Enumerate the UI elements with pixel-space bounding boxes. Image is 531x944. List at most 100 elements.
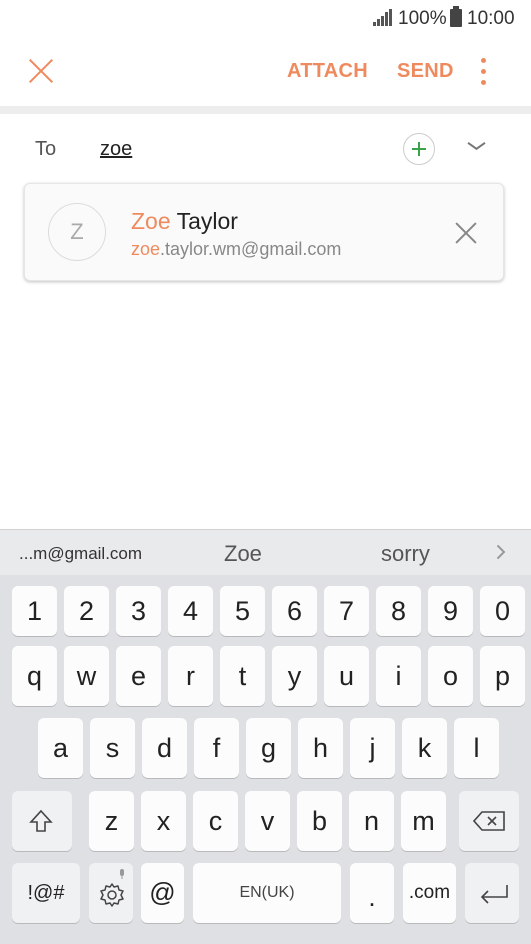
- key-a[interactable]: a: [38, 718, 83, 778]
- app-bar: ATTACH SEND: [0, 36, 531, 106]
- signal-icon: [373, 9, 392, 26]
- key-label: w: [76, 661, 97, 691]
- key-v[interactable]: v: [245, 791, 290, 851]
- enter-key[interactable]: [465, 863, 519, 923]
- key-y[interactable]: y: [272, 646, 317, 706]
- key-4[interactable]: 4: [168, 586, 213, 636]
- key-d[interactable]: d: [142, 718, 187, 778]
- dotcom-key[interactable]: .com: [403, 863, 456, 923]
- divider: [0, 106, 531, 114]
- avatar: Z: [48, 203, 106, 261]
- key-label: u: [338, 661, 355, 691]
- key-n[interactable]: n: [349, 791, 394, 851]
- key-label: b: [311, 806, 328, 836]
- key-w[interactable]: w: [64, 646, 109, 706]
- dismiss-suggestion-icon[interactable]: [455, 222, 477, 244]
- shift-icon: [29, 809, 53, 832]
- close-icon[interactable]: [28, 58, 54, 84]
- key-l[interactable]: l: [454, 718, 499, 778]
- key-label: r: [186, 661, 195, 691]
- key-h[interactable]: h: [298, 718, 343, 778]
- key-o[interactable]: o: [428, 646, 473, 706]
- key-label: x: [156, 806, 171, 836]
- key-label: k: [417, 733, 432, 763]
- key-j[interactable]: j: [350, 718, 395, 778]
- key-label: p: [494, 661, 511, 691]
- chevron-down-icon[interactable]: [468, 141, 484, 151]
- key-g[interactable]: g: [246, 718, 291, 778]
- key-f[interactable]: f: [194, 718, 239, 778]
- key-label: 1: [26, 596, 43, 626]
- shift-key[interactable]: [12, 791, 72, 851]
- key-u[interactable]: u: [324, 646, 369, 706]
- key-m[interactable]: m: [401, 791, 446, 851]
- contact-suggestion[interactable]: Z Zoe Taylor zoe.taylor.wm@gmail.com: [24, 183, 504, 281]
- key-label: 3: [130, 596, 147, 626]
- contact-email: zoe.taylor.wm@gmail.com: [131, 239, 341, 260]
- key-6[interactable]: 6: [272, 586, 317, 636]
- more-options-icon[interactable]: [478, 58, 488, 86]
- key-label: 7: [338, 596, 355, 626]
- key-8[interactable]: 8: [376, 586, 421, 636]
- key-label: e: [130, 661, 147, 691]
- key-i[interactable]: i: [376, 646, 421, 706]
- key-p[interactable]: p: [480, 646, 525, 706]
- contact-name: Zoe Taylor: [131, 208, 238, 235]
- key-q[interactable]: q: [12, 646, 57, 706]
- dotcom-label: .com: [408, 882, 451, 903]
- key-label: f: [212, 733, 221, 763]
- key-2[interactable]: 2: [64, 586, 109, 636]
- key-label: l: [473, 733, 480, 763]
- to-label: To: [35, 138, 57, 160]
- key-label: a: [52, 733, 69, 763]
- send-button[interactable]: SEND: [397, 60, 454, 83]
- key-label: s: [105, 733, 120, 763]
- key-s[interactable]: s: [90, 718, 135, 778]
- key-label: 4: [182, 596, 199, 626]
- key-label: j: [369, 733, 376, 763]
- backspace-key[interactable]: [459, 791, 519, 851]
- key-c[interactable]: c: [193, 791, 238, 851]
- space-key[interactable]: EN(UK): [193, 863, 341, 923]
- status-bar: 100% 10:00: [0, 0, 531, 36]
- space-label: EN(UK): [239, 884, 295, 901]
- key-b[interactable]: b: [297, 791, 342, 851]
- battery-percent: 100%: [398, 8, 447, 29]
- settings-key[interactable]: [89, 863, 133, 923]
- key-e[interactable]: e: [116, 646, 161, 706]
- key-3[interactable]: 3: [116, 586, 161, 636]
- prediction-1[interactable]: ...m@gmail.com: [19, 544, 142, 564]
- key-label: c: [208, 806, 223, 836]
- enter-icon: [480, 885, 508, 904]
- key-7[interactable]: 7: [324, 586, 369, 636]
- key-label: o: [442, 661, 459, 691]
- key-z[interactable]: z: [89, 791, 134, 851]
- symbols-label: !@#: [27, 882, 65, 904]
- prediction-2[interactable]: Zoe: [224, 541, 262, 567]
- add-recipient-icon[interactable]: [403, 133, 435, 165]
- name-match: Zoe: [131, 208, 171, 234]
- backspace-icon: [473, 811, 505, 831]
- key-label: v: [260, 806, 275, 836]
- key-r[interactable]: r: [168, 646, 213, 706]
- attach-button[interactable]: ATTACH: [287, 60, 368, 83]
- key-1[interactable]: 1: [12, 586, 57, 636]
- keyboard: ...m@gmail.com Zoe sorry 1 2 3 4 5 6 7 8 9 0 q w e r…: [0, 529, 531, 944]
- key-0[interactable]: 0: [480, 586, 525, 636]
- key-label: z: [104, 806, 119, 836]
- chevron-right-icon[interactable]: [494, 545, 506, 557]
- period-key[interactable]: .: [350, 863, 394, 923]
- key-label: 2: [78, 596, 95, 626]
- key-label: n: [363, 806, 380, 836]
- key-5[interactable]: 5: [220, 586, 265, 636]
- prediction-3[interactable]: sorry: [381, 541, 430, 567]
- symbols-key[interactable]: !@#: [12, 863, 80, 923]
- at-key[interactable]: @: [141, 863, 184, 923]
- key-x[interactable]: x: [141, 791, 186, 851]
- key-k[interactable]: k: [402, 718, 447, 778]
- key-label: g: [260, 733, 277, 763]
- key-label: 8: [390, 596, 407, 626]
- key-9[interactable]: 9: [428, 586, 473, 636]
- key-t[interactable]: t: [220, 646, 265, 706]
- to-input[interactable]: zoe: [100, 138, 132, 161]
